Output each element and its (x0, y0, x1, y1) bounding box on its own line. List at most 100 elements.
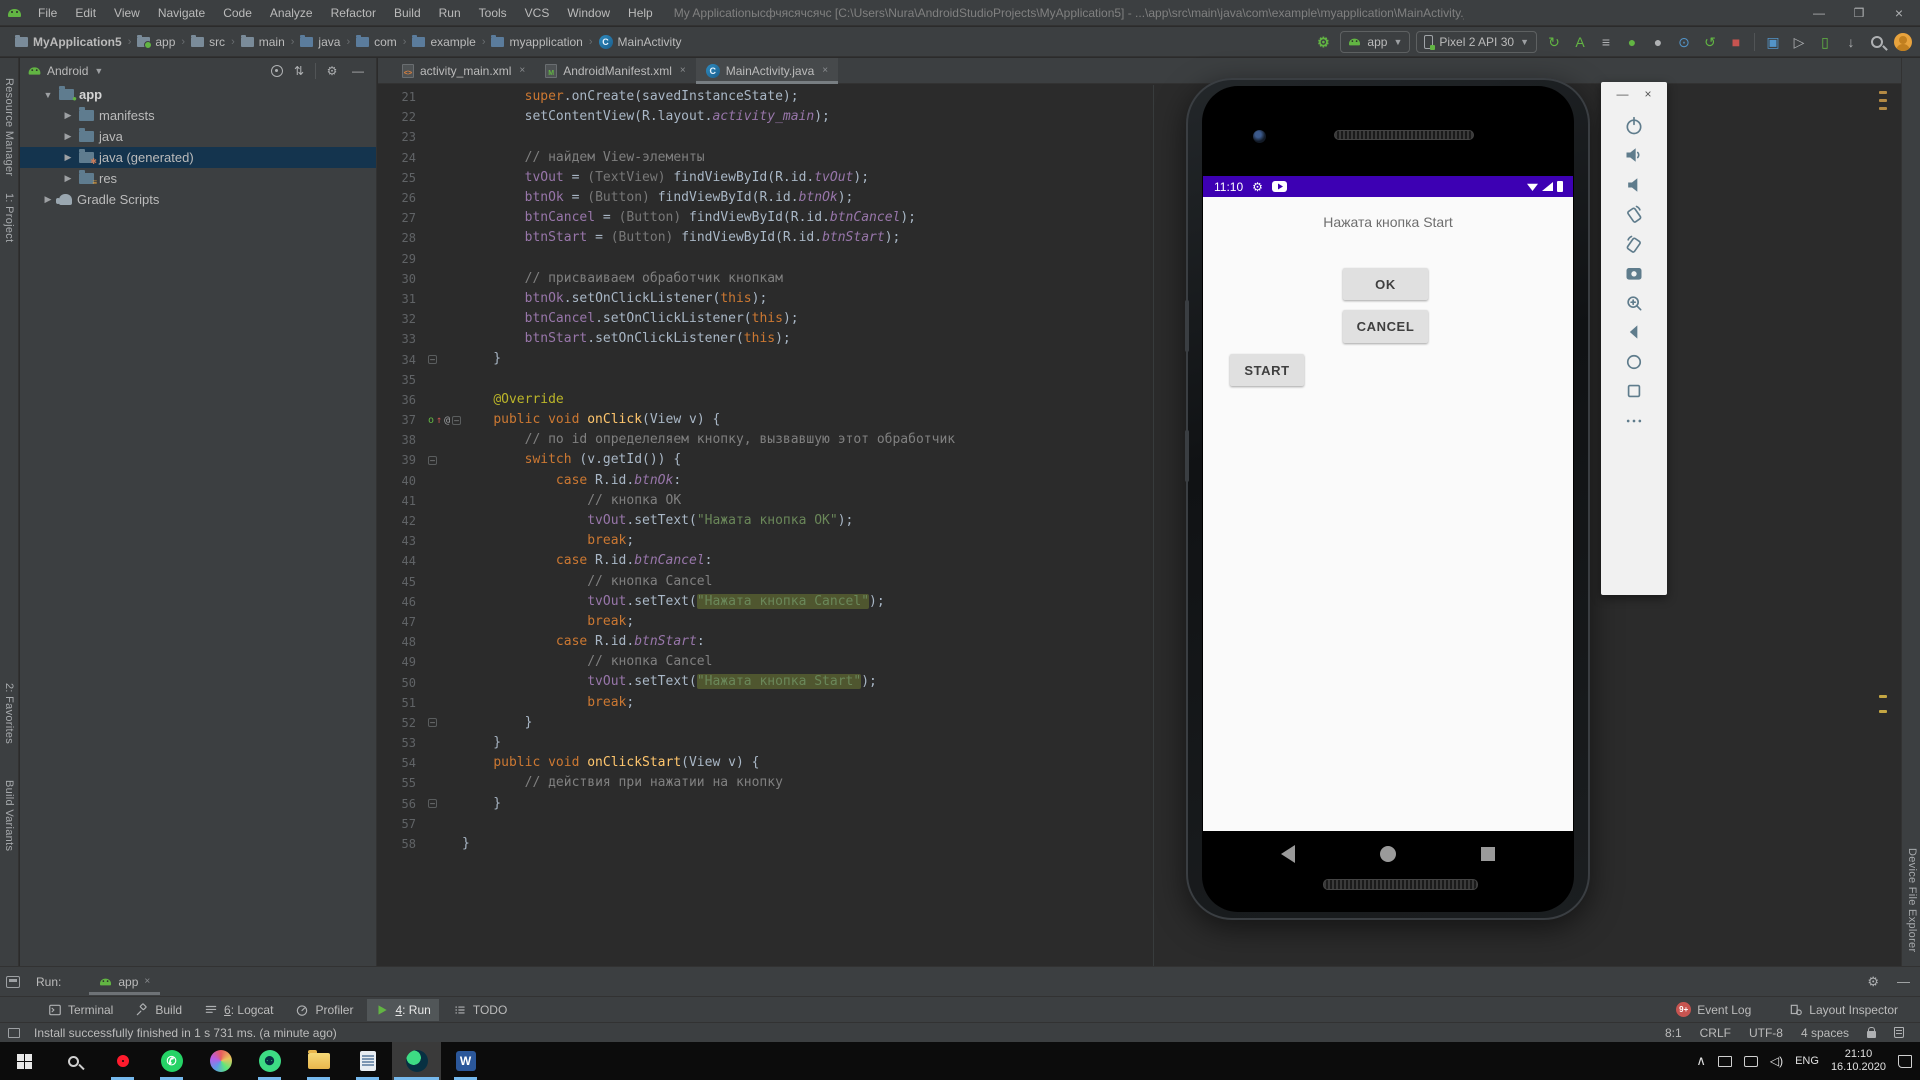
taskbar-android-app[interactable]: ⚉ (245, 1042, 294, 1080)
toolwindow-logcat[interactable]: 6: Logcat (196, 999, 281, 1021)
close-tab-icon[interactable]: × (680, 65, 686, 76)
menu-edit[interactable]: Edit (68, 3, 103, 23)
collapse-all-icon[interactable]: ⇅ (289, 64, 309, 78)
ok-button[interactable]: OK (1343, 268, 1428, 300)
toolwindow-terminal[interactable]: Terminal (40, 999, 121, 1021)
menu-navigate[interactable]: Navigate (151, 3, 212, 23)
taskbar-search[interactable] (49, 1042, 98, 1080)
menu-build[interactable]: Build (387, 3, 428, 23)
toolwindow-toggle-icon[interactable] (8, 1028, 20, 1038)
tree-item-gradle-scripts[interactable]: ▶Gradle Scripts (20, 189, 376, 210)
toolwindow-build[interactable]: Build (127, 999, 190, 1021)
profiler-icon[interactable]: ⊙ (1673, 31, 1695, 53)
maximize-icon[interactable]: ❒ (1852, 6, 1866, 20)
notification-center-icon[interactable] (1898, 1055, 1912, 1068)
volume-tray-icon[interactable]: ◁) (1770, 1054, 1783, 1068)
nav-back-icon[interactable] (1281, 845, 1295, 863)
run-window-icon[interactable] (6, 976, 20, 988)
more-icon[interactable] (1621, 408, 1647, 434)
taskbar-opera[interactable] (98, 1042, 147, 1080)
nav-overview-icon[interactable] (1481, 847, 1495, 861)
menu-file[interactable]: File (31, 3, 64, 23)
user-avatar[interactable] (1892, 31, 1914, 53)
close-icon[interactable]: × (144, 976, 150, 987)
toolwindow-run[interactable]: 4: Run (367, 999, 438, 1021)
stop-icon[interactable]: ■ (1725, 31, 1747, 53)
zoom-icon[interactable] (1621, 290, 1647, 316)
file-encoding[interactable]: UTF-8 (1749, 1026, 1783, 1040)
rotate-left-icon[interactable] (1621, 201, 1647, 227)
resource-manager-stripe-button[interactable]: Resource Manager (3, 78, 15, 176)
toolwindow-todo[interactable]: TODO (445, 999, 515, 1021)
cancel-button[interactable]: CANCEL (1343, 310, 1428, 343)
network-tray-icon[interactable] (1744, 1056, 1758, 1067)
toolwindow-profiler[interactable]: Profiler (287, 999, 361, 1021)
fold-icon[interactable]: – (428, 355, 437, 364)
language-indicator[interactable]: ENG (1795, 1055, 1819, 1067)
breadcrumb-item[interactable]: MyApplication5 (12, 33, 125, 51)
tree-chevron-icon[interactable]: ▶ (62, 152, 74, 163)
device-select[interactable]: Pixel 2 API 30 ▼ (1416, 31, 1537, 53)
breadcrumb-item[interactable]: main (238, 33, 288, 51)
close-tab-icon[interactable]: × (822, 65, 828, 76)
taskbar-paint[interactable] (196, 1042, 245, 1080)
close-tab-icon[interactable]: × (519, 65, 525, 76)
run-configuration-select[interactable]: app ▼ (1340, 31, 1410, 53)
run-settings-gear-icon[interactable]: ⚙ (1867, 974, 1879, 990)
menu-analyze[interactable]: Analyze (263, 3, 320, 23)
project-view-selector[interactable]: Android (47, 64, 88, 78)
apply-changes-icon[interactable]: ↺ (1699, 31, 1721, 53)
tab-androidmanifest-xml[interactable]: MAndroidManifest.xml× (535, 58, 696, 83)
volume-down-icon[interactable] (1621, 172, 1647, 198)
fold-icon[interactable]: – (428, 456, 437, 465)
taskbar-whatsapp[interactable]: ✆ (147, 1042, 196, 1080)
tree-item-app[interactable]: ▼●app (20, 84, 376, 105)
locate-file-icon[interactable] (271, 65, 283, 77)
project-stripe-button[interactable]: 1: Project (3, 193, 15, 242)
tree-chevron-icon[interactable]: ▶ (42, 194, 54, 205)
menu-vcs[interactable]: VCS (518, 3, 557, 23)
avd-manager-icon[interactable]: ▯ (1814, 31, 1836, 53)
coverage-icon[interactable]: ≡ (1595, 31, 1617, 53)
run-tab-app[interactable]: app × (89, 971, 160, 993)
menu-refactor[interactable]: Refactor (324, 3, 383, 23)
attach-debugger-icon[interactable]: A (1569, 31, 1591, 53)
debug-icon[interactable]: ● (1621, 31, 1643, 53)
power-icon[interactable] (1621, 113, 1647, 139)
tree-item-java[interactable]: ▶java (20, 126, 376, 147)
breadcrumb-item[interactable]: example (409, 33, 478, 51)
tree-chevron-icon[interactable]: ▶ (62, 131, 74, 142)
overview-icon[interactable] (1621, 378, 1647, 404)
taskbar-notepad[interactable] (343, 1042, 392, 1080)
nav-home-icon[interactable] (1380, 846, 1396, 862)
hide-panel-icon[interactable]: — (348, 64, 368, 78)
settings-gear-icon[interactable]: ⚙ (322, 64, 342, 78)
menu-window[interactable]: Window (560, 3, 617, 23)
build-hammer-icon[interactable]: ⚙ (1312, 31, 1334, 53)
breadcrumb-item[interactable]: src (188, 33, 228, 51)
caret-position[interactable]: 8:1 (1665, 1026, 1682, 1040)
clock[interactable]: 21:10 16.10.2020 (1831, 1048, 1886, 1074)
breadcrumb-item[interactable]: com (353, 33, 400, 51)
fold-icon[interactable]: – (428, 718, 437, 727)
breadcrumb-item[interactable]: app (134, 33, 178, 51)
fold-icon[interactable]: – (428, 799, 437, 808)
tree-chevron-icon[interactable]: ▶ (62, 173, 74, 184)
lock-icon[interactable] (1867, 1031, 1876, 1038)
taskbar-explorer[interactable] (294, 1042, 343, 1080)
device-tray-icon[interactable] (1718, 1056, 1732, 1067)
run-hide-icon[interactable]: — (1897, 974, 1910, 990)
attach-profiler-icon[interactable]: ● (1647, 31, 1669, 53)
rotate-right-icon[interactable] (1621, 231, 1647, 257)
taskbar-android-studio[interactable] (392, 1042, 441, 1080)
menu-code[interactable]: Code (216, 3, 259, 23)
favorites-stripe-button[interactable]: 2: Favorites (3, 683, 15, 744)
back-icon[interactable] (1621, 319, 1647, 345)
line-ending[interactable]: CRLF (1700, 1026, 1731, 1040)
run-anything-icon[interactable]: ▷ (1788, 31, 1810, 53)
tab-activity-main-xml[interactable]: <>activity_main.xml× (392, 58, 535, 83)
menu-run[interactable]: Run (432, 3, 468, 23)
breadcrumb-item[interactable]: myapplication (488, 33, 585, 51)
breadcrumb-item[interactable]: CMainActivity (596, 33, 685, 51)
menu-view[interactable]: View (107, 3, 147, 23)
